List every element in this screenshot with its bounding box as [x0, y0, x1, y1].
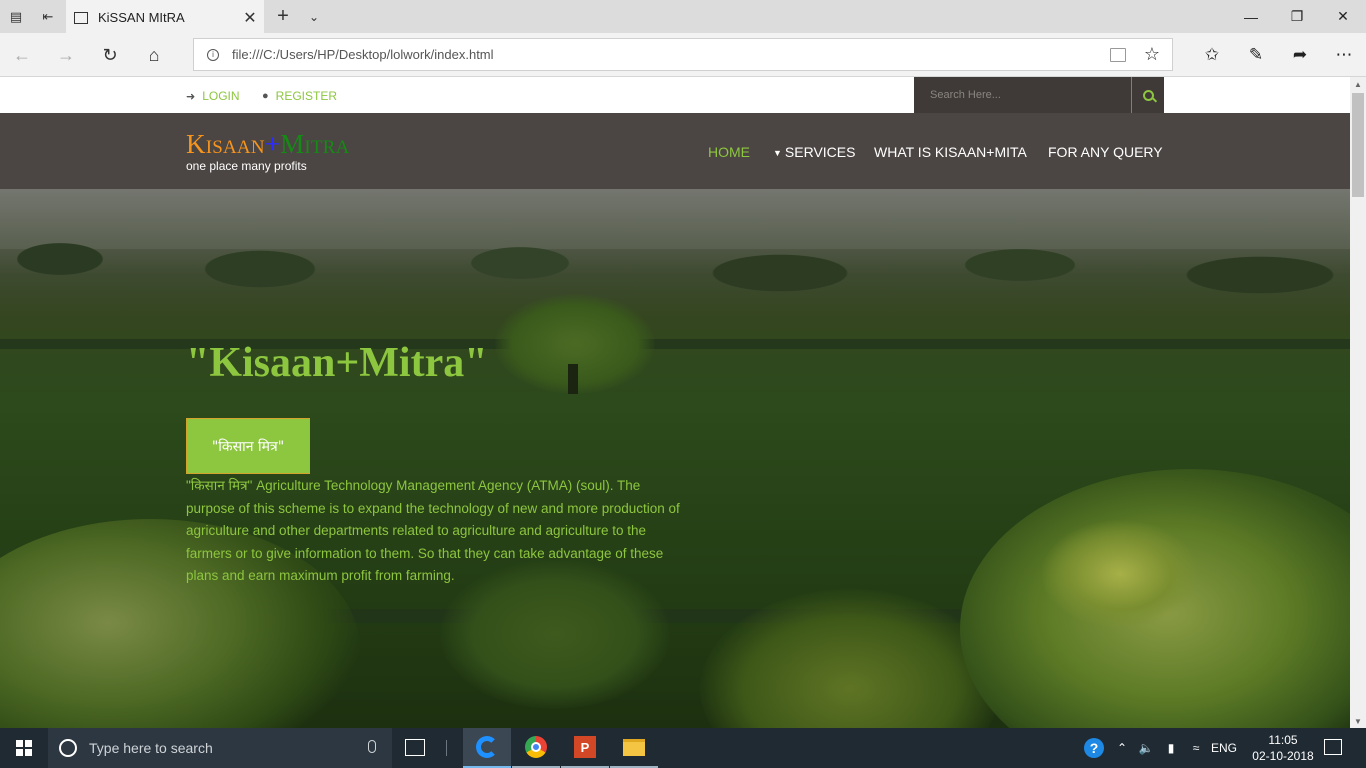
- reading-view-icon[interactable]: [1110, 48, 1126, 62]
- close-window-icon[interactable]: ✕: [1320, 0, 1366, 33]
- tab-manager-icon[interactable]: ▤: [0, 0, 32, 33]
- hero-title: "Kisaan+Mitra": [186, 340, 488, 386]
- folder-icon: [623, 738, 645, 756]
- hero-background-bush: [1040, 519, 1200, 629]
- address-url[interactable]: file:///C:/Users/HP/Desktop/lolwork/inde…: [232, 47, 494, 62]
- taskbar-search-placeholder: Type here to search: [89, 740, 213, 756]
- volume-icon[interactable]: 🔈: [1135, 728, 1157, 768]
- logo-plus: +: [264, 129, 281, 159]
- nav-home[interactable]: HOME: [708, 144, 750, 160]
- powerpoint-icon: P: [574, 736, 596, 758]
- caret-down-icon: ▼: [773, 148, 782, 158]
- hero-background-treeline: [0, 229, 1350, 329]
- close-tab-icon[interactable]: ✕: [236, 8, 264, 28]
- favorite-star-icon[interactable]: ☆: [1144, 44, 1160, 65]
- share-icon[interactable]: ➦: [1278, 33, 1322, 77]
- site-search-input[interactable]: [914, 77, 1130, 113]
- taskbar-separator: [446, 740, 447, 756]
- tab-preview-chevron-icon[interactable]: ⌄: [300, 0, 328, 33]
- register-label: REGISTER: [275, 89, 337, 103]
- microphone-icon[interactable]: [368, 740, 376, 753]
- scrollbar-thumb[interactable]: [1352, 93, 1364, 197]
- browser-tab[interactable]: KiSSAN MItRA ✕: [66, 0, 264, 33]
- taskbar-clock[interactable]: 11:05 02-10-2018: [1242, 732, 1324, 764]
- site-logo[interactable]: Kisaan+Mitra: [186, 129, 350, 159]
- logo-part1: Kisaan: [186, 129, 265, 159]
- taskbar-powerpoint[interactable]: P: [561, 728, 609, 768]
- user-icon: ●: [262, 90, 269, 102]
- pen-icon[interactable]: ✎: [1234, 33, 1278, 77]
- show-hidden-icons-icon[interactable]: ⌃: [1112, 728, 1132, 768]
- chrome-icon: [525, 736, 547, 758]
- help-tray[interactable]: ?: [1082, 728, 1106, 768]
- refresh-icon[interactable]: ↻: [88, 33, 132, 77]
- edge-icon: [476, 736, 498, 758]
- site-search-button[interactable]: [1131, 77, 1164, 113]
- favorites-hub-icon[interactable]: ✩: [1190, 33, 1234, 77]
- new-tab-icon[interactable]: +: [270, 0, 296, 33]
- logo-part2: Mitra: [280, 129, 350, 159]
- help-icon: ?: [1084, 738, 1104, 758]
- restore-icon[interactable]: ❐: [1274, 0, 1320, 33]
- task-view-icon[interactable]: [405, 739, 425, 756]
- address-bar[interactable]: i file:///C:/Users/HP/Desktop/lolwork/in…: [193, 38, 1173, 71]
- taskbar-file-explorer[interactable]: [610, 728, 658, 768]
- login-label: LOGIN: [202, 89, 240, 103]
- site-header: Kisaan+Mitra one place many profits HOME…: [0, 113, 1350, 189]
- start-button[interactable]: [0, 728, 48, 768]
- scroll-up-icon[interactable]: ▲: [1354, 80, 1362, 89]
- hero-section: "Kisaan+Mitra" "किसान मित्र" "किसान मित्…: [0, 189, 1350, 728]
- browser-tab-bar: ▤ ⇤ KiSSAN MItRA ✕ + ⌄ — ❐ ✕: [0, 0, 1366, 33]
- action-center-icon[interactable]: [1324, 739, 1342, 755]
- windows-taskbar: Type here to search P ? ⌃ 🔈 ▮ ≈ ENG 11:0…: [0, 728, 1366, 768]
- hero-button[interactable]: "किसान मित्र": [186, 418, 310, 474]
- sign-in-icon: ➜: [186, 90, 196, 103]
- taskbar-chrome[interactable]: [512, 728, 560, 768]
- tab-title: KiSSAN MItRA: [98, 10, 185, 25]
- taskbar-edge[interactable]: [463, 728, 511, 768]
- clock-time: 11:05: [1268, 733, 1298, 747]
- browser-nav-bar: ← → ↻ ⌂ i file:///C:/Users/HP/Desktop/lo…: [0, 33, 1366, 77]
- windows-logo-icon: [16, 740, 32, 756]
- language-indicator[interactable]: ENG: [1208, 728, 1240, 768]
- taskbar-search[interactable]: Type here to search: [48, 728, 392, 768]
- forward-icon[interactable]: →: [44, 33, 88, 77]
- minimize-icon[interactable]: —: [1228, 0, 1274, 33]
- page-scrollbar[interactable]: ▲ ▼: [1350, 77, 1366, 728]
- site-top-bar: ➜ LOGIN ● REGISTER: [0, 77, 1350, 113]
- register-link[interactable]: ● REGISTER: [262, 89, 337, 103]
- nav-services-label: SERVICES: [784, 144, 856, 160]
- hero-background-trunk: [568, 364, 578, 394]
- info-icon[interactable]: i: [207, 49, 219, 61]
- clock-date: 02-10-2018: [1252, 749, 1314, 763]
- search-icon: [1142, 89, 1154, 101]
- login-link[interactable]: ➜ LOGIN: [186, 89, 240, 103]
- page-icon: [74, 11, 88, 24]
- scroll-down-icon[interactable]: ▼: [1354, 717, 1362, 726]
- nav-query[interactable]: FOR ANY QUERY: [1048, 144, 1163, 160]
- hero-description: "किसान मित्र" Agriculture Technology Man…: [186, 478, 680, 583]
- set-aside-tabs-icon[interactable]: ⇤: [32, 0, 64, 33]
- back-icon[interactable]: ←: [0, 33, 44, 77]
- site-tagline: one place many profits: [186, 159, 307, 173]
- cortana-icon: [59, 739, 77, 757]
- home-icon[interactable]: ⌂: [132, 33, 176, 77]
- nav-services[interactable]: ▼ SERVICES: [773, 144, 855, 160]
- site-search: [914, 77, 1164, 113]
- nav-what-is[interactable]: WHAT IS KISAAN+MITA: [874, 144, 1027, 160]
- battery-icon[interactable]: ▮: [1160, 728, 1182, 768]
- more-options-icon[interactable]: ⋯: [1322, 33, 1366, 77]
- network-icon[interactable]: ≈: [1185, 728, 1207, 768]
- web-page: ➜ LOGIN ● REGISTER Kisaan+Mitra one plac…: [0, 77, 1350, 728]
